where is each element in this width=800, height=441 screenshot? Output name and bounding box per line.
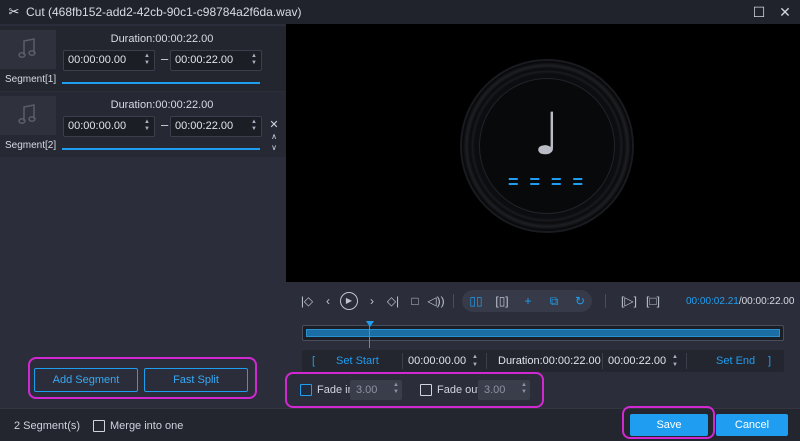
range-dash: – bbox=[161, 51, 169, 66]
cut-range-bar: [ Set Start 00:00:00.00 ▲ ▼ Duration:00:0… bbox=[302, 350, 784, 372]
music-note-icon bbox=[18, 104, 36, 124]
waveform-icon: = = = = bbox=[507, 172, 587, 192]
spin-icon[interactable]: ▲ ▼ bbox=[472, 353, 478, 375]
segment-range-bar bbox=[62, 148, 260, 150]
segment-end-field[interactable]: 00:00:22.00 ▲ ▼ bbox=[170, 50, 262, 71]
window-title: Cut (468fb152-add2-42cb-90c1-c98784a2f6d… bbox=[26, 5, 302, 19]
divider bbox=[402, 353, 403, 369]
chevron-down-icon[interactable]: ∨ bbox=[268, 142, 280, 153]
playhead-marker[interactable] bbox=[366, 321, 374, 327]
fade-out-checkbox[interactable] bbox=[420, 384, 432, 396]
segment-2[interactable]: Segment[2] Duration:00:00:22.00 00:00:00… bbox=[0, 92, 286, 157]
segment-label: Segment[2] bbox=[5, 140, 57, 151]
divider bbox=[453, 294, 454, 308]
fade-in-control: Fade in 3.00 ▲ ▼ bbox=[300, 380, 410, 402]
fade-in-field[interactable]: 3.00 ▲ ▼ bbox=[350, 380, 402, 400]
scissors-icon: ✂ bbox=[8, 4, 20, 19]
fast-split-button[interactable]: Fast Split bbox=[144, 368, 248, 392]
segment-duration: Duration:00:00:22.00 bbox=[110, 99, 214, 111]
set-start-button[interactable]: Set Start bbox=[336, 350, 379, 372]
fade-in-label: Fade in bbox=[317, 384, 354, 396]
stop-icon[interactable]: □ bbox=[406, 292, 424, 310]
volume-icon[interactable]: ◁)) bbox=[427, 292, 445, 310]
playback-controls: |◇ ‹ ▶ › ◇| □ ◁)) ▯▯ [▯] + ⧉ ↻ [▷] [□] 0… bbox=[286, 282, 800, 408]
spin-icon[interactable]: ▲ ▼ bbox=[393, 382, 399, 396]
cancel-button[interactable]: Cancel bbox=[716, 414, 788, 436]
fade-in-value: 3.00 bbox=[356, 384, 378, 396]
total-time: /00:00:22.00 bbox=[738, 296, 795, 307]
fade-out-label: Fade out bbox=[437, 384, 481, 396]
merge-checkbox[interactable] bbox=[93, 420, 105, 432]
play-icon[interactable]: ▶ bbox=[340, 292, 358, 310]
segment-end-field[interactable]: 00:00:22.00 ▲ ▼ bbox=[170, 116, 262, 137]
music-note-icon bbox=[18, 38, 36, 58]
play-outside-icon[interactable]: [□] bbox=[644, 292, 662, 310]
divider bbox=[686, 353, 687, 369]
segment-start-value: 00:00:00.00 bbox=[68, 120, 127, 132]
close-icon[interactable]: ✕ bbox=[776, 3, 794, 21]
segment-thumbnail bbox=[0, 30, 56, 69]
frame-icon[interactable]: [▯] bbox=[493, 292, 511, 310]
previous-frame-icon[interactable]: ‹ bbox=[319, 292, 337, 310]
spin-icon[interactable]: ▲ ▼ bbox=[672, 353, 678, 375]
add-icon[interactable]: + bbox=[519, 292, 537, 310]
start-time-field[interactable]: 00:00:00.00 bbox=[408, 350, 466, 372]
segment-duration: Duration:00:00:22.00 bbox=[110, 33, 214, 45]
fade-out-field[interactable]: 3.00 ▲ ▼ bbox=[478, 380, 530, 400]
close-icon[interactable]: ✕ bbox=[268, 120, 280, 131]
add-segment-button[interactable]: Add Segment bbox=[34, 368, 138, 392]
timeline-track[interactable] bbox=[302, 321, 784, 348]
segment-start-field[interactable]: 00:00:00.00 ▲ ▼ bbox=[63, 116, 155, 137]
spin-icon[interactable]: ▲ ▼ bbox=[143, 53, 151, 68]
play-selection-icon[interactable]: [▷] bbox=[620, 292, 638, 310]
fade-out-control: Fade out 3.00 ▲ ▼ bbox=[420, 380, 540, 402]
segment-controls: ✕ ∧ ∨ bbox=[268, 120, 280, 153]
copy-icon[interactable]: ⧉ bbox=[545, 292, 563, 310]
preview-area: ♩ = = = = bbox=[286, 24, 800, 282]
divider bbox=[605, 294, 606, 308]
segment-start-field[interactable]: 00:00:00.00 ▲ ▼ bbox=[63, 50, 155, 71]
bracket-right-icon[interactable]: ] bbox=[768, 350, 771, 372]
segment-end-value: 00:00:22.00 bbox=[175, 54, 234, 66]
segment-label: Segment[1] bbox=[5, 74, 57, 85]
next-frame-icon[interactable]: › bbox=[363, 292, 381, 310]
spin-icon[interactable]: ▲ ▼ bbox=[143, 119, 151, 134]
segment-range-bar bbox=[62, 82, 260, 84]
fade-in-checkbox[interactable] bbox=[300, 384, 312, 396]
divider bbox=[602, 353, 603, 369]
title-bar: ✂ Cut (468fb152-add2-42cb-90c1-c98784a2f… bbox=[0, 0, 800, 24]
segment-1[interactable]: Segment[1] Duration:00:00:22.00 00:00:00… bbox=[0, 26, 286, 91]
timecode: 00:00:02.21/00:00:22.00 bbox=[686, 296, 794, 307]
disc-inner: ♩ = = = = bbox=[479, 78, 615, 214]
spin-icon[interactable]: ▲ ▼ bbox=[250, 53, 258, 68]
merge-label[interactable]: Merge into one bbox=[110, 420, 183, 432]
maximize-icon[interactable]: ☐ bbox=[750, 3, 768, 21]
chevron-up-icon[interactable]: ∧ bbox=[268, 131, 280, 142]
spin-icon[interactable]: ▲ ▼ bbox=[521, 382, 527, 396]
go-to-end-icon[interactable]: ◇| bbox=[384, 292, 402, 310]
playhead-line bbox=[369, 326, 370, 348]
fade-out-value: 3.00 bbox=[484, 384, 506, 396]
save-button[interactable]: Save bbox=[630, 414, 708, 436]
cut-duration: Duration:00:00:22.00 bbox=[498, 355, 601, 367]
segment-end-value: 00:00:22.00 bbox=[175, 120, 234, 132]
segment-list: Segment[1] Duration:00:00:22.00 00:00:00… bbox=[0, 24, 286, 408]
end-time-field[interactable]: 00:00:22.00 bbox=[608, 350, 666, 372]
timeline-selection[interactable] bbox=[306, 329, 780, 337]
segment-start-value: 00:00:00.00 bbox=[68, 54, 127, 66]
bracket-left-icon[interactable]: [ bbox=[312, 350, 315, 372]
spin-icon[interactable]: ▲ ▼ bbox=[250, 119, 258, 134]
range-dash: – bbox=[161, 117, 169, 132]
set-end-button[interactable]: Set End bbox=[716, 350, 755, 372]
go-to-start-icon[interactable]: |◇ bbox=[298, 292, 316, 310]
divider bbox=[486, 353, 487, 369]
segment-count: 2 Segment(s) bbox=[14, 420, 81, 432]
reset-icon[interactable]: ↻ bbox=[571, 292, 589, 310]
split-view-icon[interactable]: ▯▯ bbox=[467, 292, 485, 310]
music-note-icon: ♩ bbox=[533, 100, 561, 168]
segment-thumbnail bbox=[0, 96, 56, 135]
audio-disc: ♩ = = = = bbox=[462, 61, 632, 231]
current-time: 00:00:02.21 bbox=[686, 296, 739, 307]
